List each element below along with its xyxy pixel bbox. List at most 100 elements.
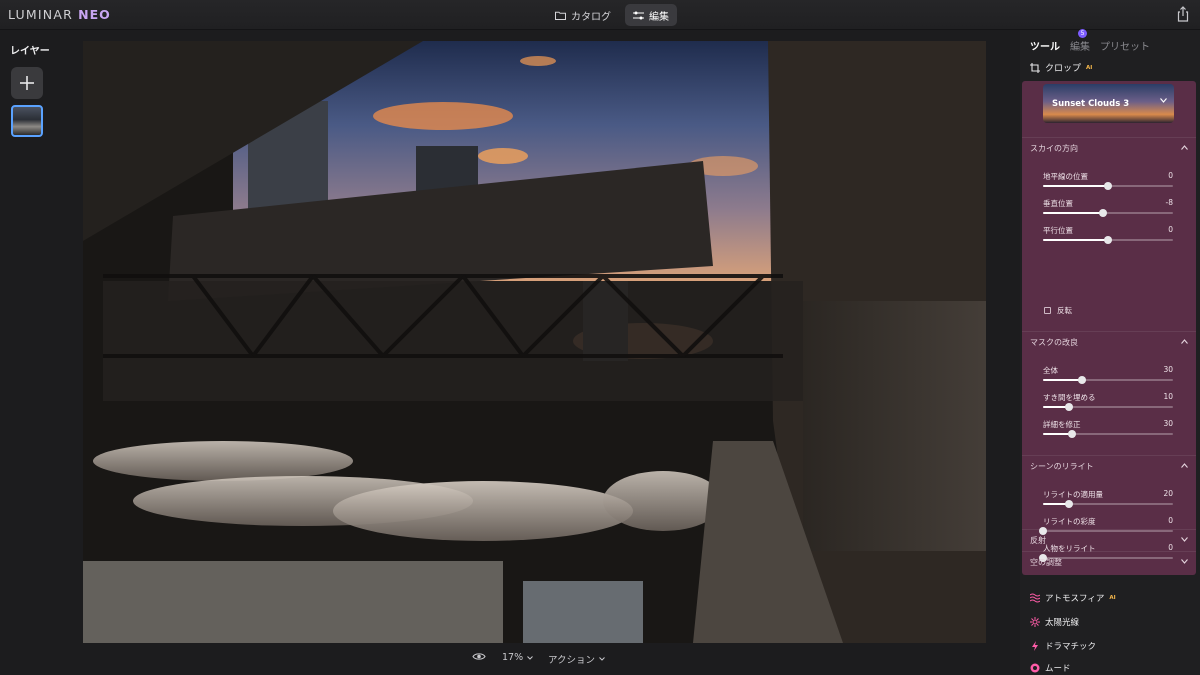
slider-label: リライトの彩度 bbox=[1043, 517, 1096, 526]
sky-preset-label: Sunset Clouds 3 bbox=[1052, 98, 1130, 109]
slider-fill bbox=[1043, 212, 1103, 214]
slider-value[interactable]: 0 bbox=[1168, 225, 1173, 234]
slider-label: 詳細を修正 bbox=[1043, 420, 1081, 429]
lightning-icon bbox=[1032, 641, 1038, 651]
crop-tool[interactable]: クロップ AI bbox=[1030, 61, 1092, 74]
action-dropdown[interactable]: アクション bbox=[548, 652, 605, 666]
tab-catalog-label: カタログ bbox=[571, 11, 611, 23]
slider-value[interactable]: 0 bbox=[1168, 516, 1173, 525]
slider-handle[interactable] bbox=[1104, 236, 1112, 244]
slider-label: リライトの適用量 bbox=[1043, 490, 1103, 499]
section-scene-relight-label: シーンのリライト bbox=[1030, 462, 1094, 471]
zoom-dropdown[interactable]: 17% bbox=[502, 652, 533, 663]
slider-handle[interactable] bbox=[1068, 430, 1076, 438]
tool-dramatic[interactable]: ドラマチック bbox=[1030, 640, 1096, 652]
slider-value[interactable]: 20 bbox=[1163, 489, 1173, 498]
edits-count-badge: 5 bbox=[1078, 29, 1087, 38]
section-sky-adjust[interactable]: 空の調整 bbox=[1022, 551, 1196, 573]
logo-sub: NEO bbox=[78, 7, 111, 22]
slider-handle[interactable] bbox=[1065, 403, 1073, 411]
tool-sunrays[interactable]: 太陽光線 bbox=[1030, 616, 1079, 628]
bottom-bar: 17% アクション bbox=[70, 642, 1020, 675]
slider-row: 地平線の位置 0 bbox=[1043, 171, 1173, 197]
slider-value[interactable]: 0 bbox=[1168, 171, 1173, 180]
layers-panel: レイヤー bbox=[0, 30, 70, 675]
sky-preset-select[interactable]: Sunset Clouds 3 bbox=[1043, 84, 1174, 123]
folder-icon bbox=[555, 11, 566, 20]
canvas-area bbox=[70, 30, 1020, 643]
section-scene-relight[interactable]: シーンのリライト bbox=[1022, 455, 1196, 477]
preview-toggle[interactable] bbox=[472, 652, 486, 661]
chevron-up-icon bbox=[1181, 463, 1188, 468]
zoom-level: 17% bbox=[502, 652, 524, 663]
action-label: アクション bbox=[548, 655, 596, 666]
tab-tools[interactable]: ツール bbox=[1030, 38, 1060, 53]
slider-label: 垂直位置 bbox=[1043, 199, 1073, 208]
panel-tabs: ツール 編集 5 プリセット bbox=[1030, 29, 1150, 53]
tab-edit-label: 編集 bbox=[649, 11, 669, 23]
tab-presets[interactable]: プリセット bbox=[1100, 38, 1150, 53]
slider-handle[interactable] bbox=[1078, 376, 1086, 384]
chevron-down-icon bbox=[527, 655, 533, 660]
tab-edits-label: 編集 bbox=[1070, 42, 1090, 53]
eye-icon bbox=[472, 653, 486, 660]
mood-icon bbox=[1030, 663, 1040, 673]
add-layer-button[interactable] bbox=[11, 67, 43, 99]
tab-catalog[interactable]: カタログ bbox=[547, 4, 619, 26]
logo-main: LUMINAR bbox=[8, 7, 73, 22]
layer-thumbnail[interactable] bbox=[11, 105, 43, 137]
tool-atmosphere[interactable]: アトモスフィア AI bbox=[1030, 592, 1116, 604]
section-mask-refine[interactable]: マスクの改良 bbox=[1022, 331, 1196, 353]
sun-icon bbox=[1030, 617, 1040, 627]
mode-switcher: カタログ 編集 bbox=[547, 4, 677, 26]
plus-icon bbox=[20, 76, 34, 90]
slider-row: 全体 30 bbox=[1043, 365, 1173, 391]
flip-checkbox[interactable]: 反転 bbox=[1044, 305, 1072, 316]
tab-edit[interactable]: 編集 bbox=[625, 4, 677, 26]
slider-handle[interactable] bbox=[1065, 500, 1073, 508]
photo-canvas[interactable] bbox=[83, 41, 986, 643]
tool-atmosphere-ai-badge: AI bbox=[1109, 595, 1116, 601]
section-reflection-label: 反射 bbox=[1030, 536, 1046, 545]
slider-handle[interactable] bbox=[1104, 182, 1112, 190]
section-mask-refine-label: マスクの改良 bbox=[1030, 338, 1078, 347]
share-icon[interactable] bbox=[1176, 6, 1190, 22]
tools-panel: ツール 編集 5 プリセット クロップ AI Sunset Clouds 3 ス… bbox=[1020, 29, 1200, 675]
slider-row: 平行位置 0 bbox=[1043, 225, 1173, 251]
slider-row: すき間を埋める 10 bbox=[1043, 392, 1173, 418]
slider-value[interactable]: 30 bbox=[1163, 419, 1173, 428]
slider-value[interactable]: 30 bbox=[1163, 365, 1173, 374]
crop-label: クロップ bbox=[1045, 64, 1082, 74]
slider-handle[interactable] bbox=[1099, 209, 1107, 217]
slider-label: 地平線の位置 bbox=[1043, 172, 1088, 181]
photo-image bbox=[83, 41, 986, 643]
slider-value[interactable]: 10 bbox=[1163, 392, 1173, 401]
slider-fill bbox=[1043, 185, 1108, 187]
slider-value[interactable]: -8 bbox=[1166, 198, 1173, 207]
layers-title: レイヤー bbox=[10, 46, 50, 57]
tool-sunrays-label: 太陽光線 bbox=[1045, 618, 1080, 628]
tab-edits[interactable]: 編集 5 bbox=[1070, 29, 1090, 53]
tool-mood-label: ムード bbox=[1045, 664, 1071, 674]
slider-row: 詳細を修正 30 bbox=[1043, 419, 1173, 445]
chevron-down-icon bbox=[1181, 559, 1188, 564]
tool-mood[interactable]: ムード bbox=[1030, 662, 1071, 674]
section-sky-direction-label: スカイの方向 bbox=[1030, 144, 1078, 153]
top-bar: LUMINAR NEO カタログ 編集 bbox=[0, 0, 1200, 30]
crop-ai-badge: AI bbox=[1086, 64, 1093, 71]
chevron-down-icon bbox=[1181, 537, 1188, 542]
slider-fill bbox=[1043, 239, 1108, 241]
atmosphere-icon bbox=[1030, 593, 1040, 603]
section-sky-direction[interactable]: スカイの方向 bbox=[1022, 137, 1196, 159]
sliders-icon bbox=[633, 11, 644, 19]
section-reflection[interactable]: 反射 bbox=[1022, 529, 1196, 551]
slider-label: すき間を埋める bbox=[1043, 393, 1096, 402]
tool-atmosphere-label: アトモスフィア bbox=[1045, 594, 1105, 604]
sky-replacement-panel: Sunset Clouds 3 スカイの方向 地平線の位置 0 垂直位置 -8 平行位置… bbox=[1022, 81, 1196, 575]
chevron-up-icon bbox=[1181, 145, 1188, 150]
slider-row: 垂直位置 -8 bbox=[1043, 198, 1173, 224]
slider-label: 全体 bbox=[1043, 366, 1058, 375]
section-sky-adjust-label: 空の調整 bbox=[1030, 558, 1062, 567]
checkbox-box bbox=[1044, 307, 1051, 314]
chevron-down-icon bbox=[599, 657, 605, 661]
